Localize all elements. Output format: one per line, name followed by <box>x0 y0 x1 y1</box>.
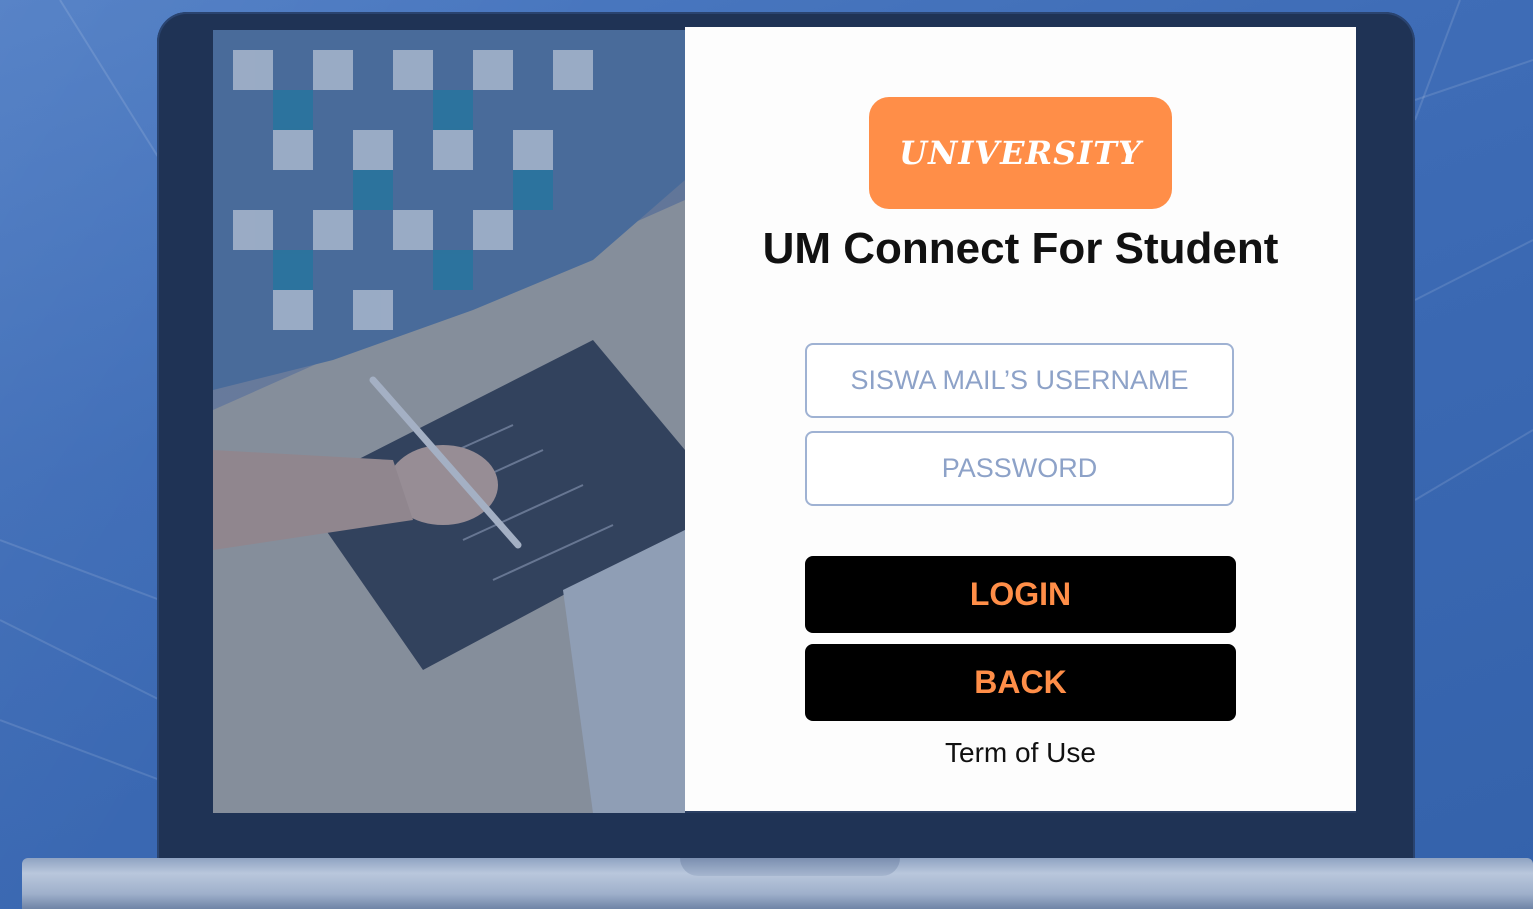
login-button[interactable]: LOGIN <box>805 556 1236 633</box>
back-button[interactable]: BACK <box>805 644 1236 721</box>
page-title: UM Connect For Student <box>762 224 1279 273</box>
username-input[interactable] <box>807 364 1232 397</box>
login-panel: UNIVERSITY UM Connect For Student LOGIN … <box>685 27 1356 811</box>
laptop-notch <box>680 858 900 876</box>
password-input[interactable] <box>807 452 1232 485</box>
logo-text: UNIVERSITY <box>899 134 1142 172</box>
photo-tint-overlay <box>213 30 685 813</box>
password-field[interactable] <box>805 431 1234 506</box>
username-field[interactable] <box>805 343 1234 418</box>
student-writing-photo <box>213 30 685 813</box>
university-logo: UNIVERSITY <box>869 97 1172 209</box>
terms-of-use-link[interactable]: Term of Use <box>685 737 1356 769</box>
